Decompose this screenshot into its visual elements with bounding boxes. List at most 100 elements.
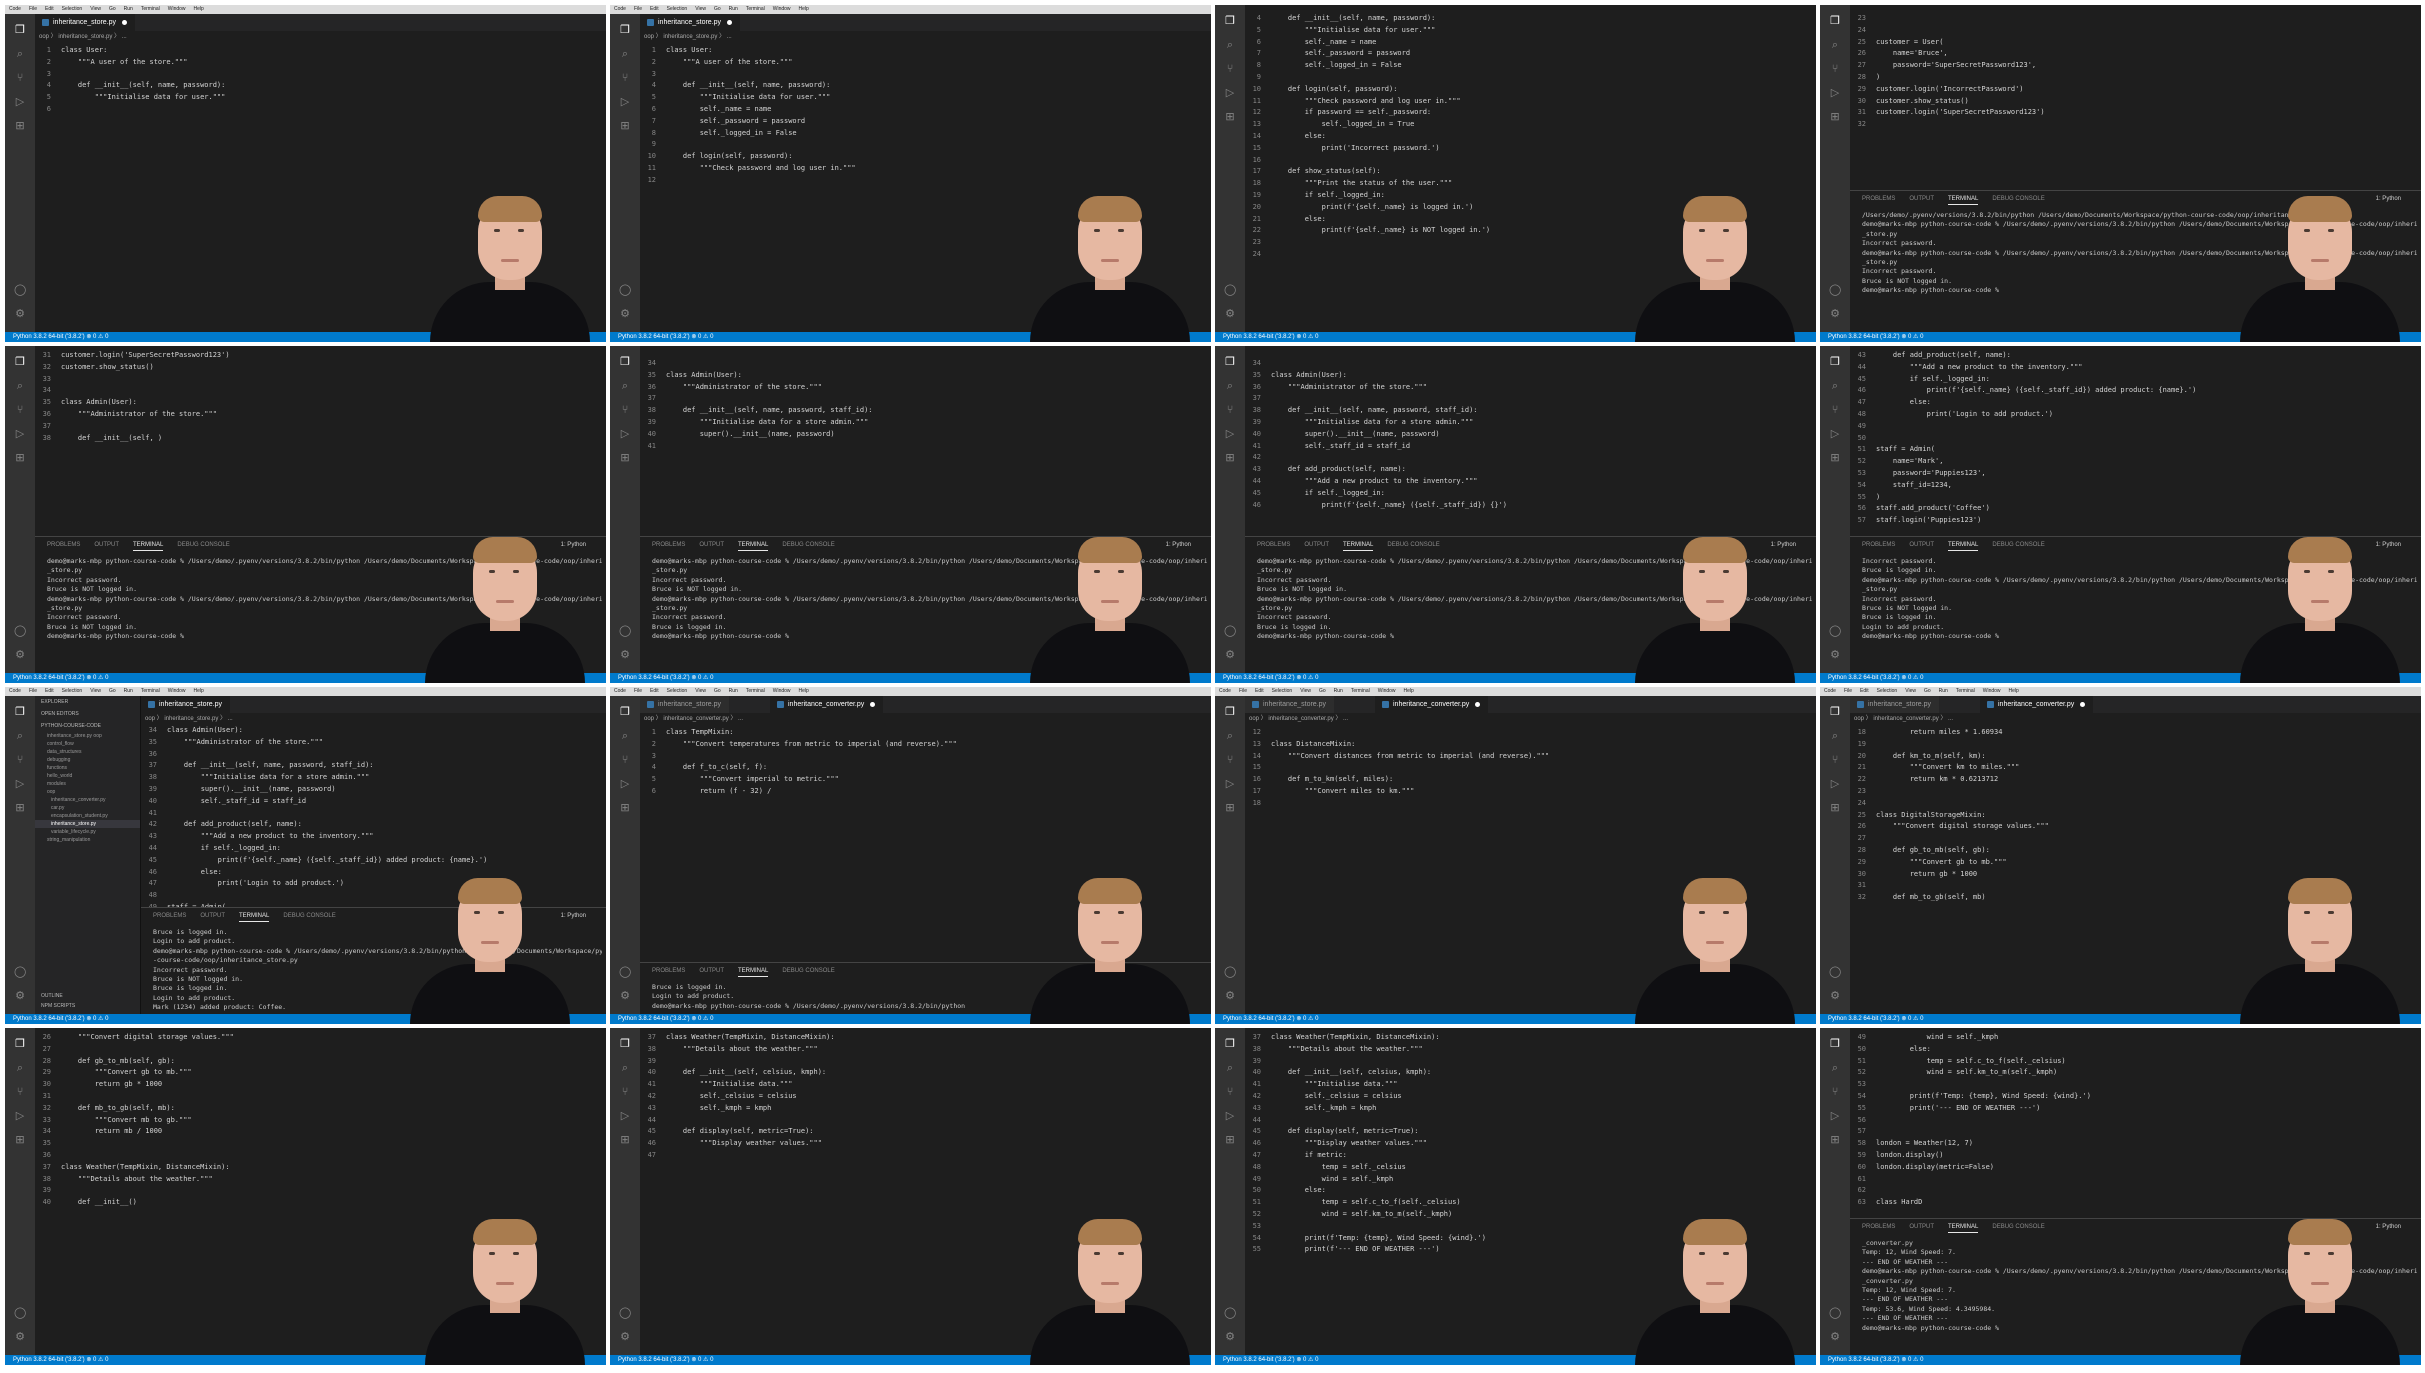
menu-item[interactable]: Go	[109, 6, 116, 12]
gear-icon[interactable]: ⚙	[1829, 308, 1841, 320]
menu-item[interactable]: Help	[799, 6, 809, 12]
search-icon[interactable]: ⌕	[1224, 380, 1236, 392]
panel-tab[interactable]: DEBUG CONSOLE	[177, 542, 229, 548]
search-icon[interactable]: ⌕	[14, 730, 26, 742]
code-editor[interactable]: 1 class TempMixin: 2 """Convert temperatur…	[640, 727, 1211, 798]
gear-icon[interactable]: ⚙	[1829, 649, 1841, 661]
menu-item[interactable]: View	[695, 6, 706, 12]
menu-item[interactable]: File	[1239, 688, 1247, 694]
source-control-icon[interactable]: ⑂	[619, 1086, 631, 1098]
menu-item[interactable]: Run	[1939, 688, 1948, 694]
panel-tab[interactable]: TERMINAL	[738, 542, 769, 551]
explorer-item[interactable]: debugging	[35, 756, 140, 764]
extensions-icon[interactable]: ⊞	[14, 120, 26, 132]
explorer-item[interactable]: car.py	[35, 804, 140, 812]
account-icon[interactable]: ◯	[619, 284, 631, 296]
workspace-section[interactable]: PYTHON-COURSE-CODE	[35, 720, 140, 732]
code-editor[interactable]: 26 """Convert digital storage values."""…	[35, 1032, 606, 1209]
panel-tab[interactable]: DEBUG CONSOLE	[782, 968, 834, 974]
menu-item[interactable]: Run	[1334, 688, 1343, 694]
gear-icon[interactable]: ⚙	[1224, 990, 1236, 1002]
menu-item[interactable]: Selection	[1877, 688, 1898, 694]
gear-icon[interactable]: ⚙	[619, 1331, 631, 1343]
gear-icon[interactable]: ⚙	[619, 649, 631, 661]
files-icon[interactable]: ❐	[14, 24, 26, 36]
files-icon[interactable]: ❐	[14, 706, 26, 718]
panel-tab[interactable]: PROBLEMS	[652, 542, 685, 548]
explorer-item[interactable]: encapsulation_student.py	[35, 812, 140, 820]
menu-item[interactable]: Selection	[1272, 688, 1293, 694]
source-control-icon[interactable]: ⑂	[1224, 1086, 1236, 1098]
code-editor[interactable]: 1 class User: 2 """A user of the store."""…	[35, 45, 606, 116]
run-debug-icon[interactable]: ▷	[1224, 1110, 1236, 1122]
explorer-item[interactable]: string_manipulation	[35, 836, 140, 844]
code-editor[interactable]: 23 24 25 customer = User(26 name='Bruce', 27…	[1850, 13, 2421, 131]
menu-item[interactable]: Terminal	[141, 6, 160, 12]
menu-item[interactable]: File	[29, 6, 37, 12]
menu-item[interactable]: View	[90, 688, 101, 694]
explorer-item[interactable]: inheritance_converter.py	[35, 796, 140, 804]
panel-tab[interactable]: DEBUG CONSOLE	[283, 913, 335, 919]
python-interpreter-status[interactable]: Python 3.8.2 64-bit ('3.8.2') ⊗ 0 ⚠ 0	[13, 675, 108, 681]
panel-tab[interactable]: TERMINAL	[1948, 196, 1979, 205]
code-editor[interactable]: 31 customer.login('SuperSecretPassword123…	[35, 350, 606, 444]
files-icon[interactable]: ❐	[1829, 1038, 1841, 1050]
source-control-icon[interactable]: ⑂	[1224, 63, 1236, 75]
source-control-icon[interactable]: ⑂	[1829, 404, 1841, 416]
files-icon[interactable]: ❐	[1224, 1038, 1236, 1050]
run-debug-icon[interactable]: ▷	[1829, 428, 1841, 440]
panel-tab[interactable]: PROBLEMS	[47, 542, 80, 548]
panel-tab[interactable]: TERMINAL	[1948, 1224, 1979, 1233]
menu-item[interactable]: Go	[109, 688, 116, 694]
menu-item[interactable]: Help	[194, 6, 204, 12]
gear-icon[interactable]: ⚙	[1224, 649, 1236, 661]
search-icon[interactable]: ⌕	[1829, 380, 1841, 392]
panel-tab[interactable]: PROBLEMS	[1862, 542, 1895, 548]
menu-item[interactable]: Edit	[1860, 688, 1869, 694]
gear-icon[interactable]: ⚙	[14, 1331, 26, 1343]
extensions-icon[interactable]: ⊞	[619, 452, 631, 464]
source-control-icon[interactable]: ⑂	[619, 754, 631, 766]
breadcrumb[interactable]: oop 〉 inheritance_converter.py 〉 ...	[644, 714, 743, 724]
menu-item[interactable]: Window	[773, 6, 791, 12]
menu-item[interactable]: Code	[9, 6, 21, 12]
search-icon[interactable]: ⌕	[619, 1062, 631, 1074]
files-icon[interactable]: ❐	[619, 706, 631, 718]
menu-item[interactable]: Selection	[62, 6, 83, 12]
files-icon[interactable]: ❐	[619, 356, 631, 368]
account-icon[interactable]: ◯	[619, 1307, 631, 1319]
source-control-icon[interactable]: ⑂	[14, 754, 26, 766]
menu-item[interactable]: View	[695, 688, 706, 694]
explorer-item[interactable]: hello_world	[35, 772, 140, 780]
account-icon[interactable]: ◯	[619, 625, 631, 637]
extensions-icon[interactable]: ⊞	[1829, 802, 1841, 814]
code-editor[interactable]: 43 def add_product(self, name): 44 """Add…	[1850, 350, 2421, 527]
menu-item[interactable]: Terminal	[141, 688, 160, 694]
source-control-icon[interactable]: ⑂	[14, 1086, 26, 1098]
search-icon[interactable]: ⌕	[1829, 730, 1841, 742]
npm-scripts-section[interactable]: NPM SCRIPTS	[35, 1000, 81, 1012]
panel-tab[interactable]: DEBUG CONSOLE	[1387, 542, 1439, 548]
menu-item[interactable]: Edit	[1255, 688, 1264, 694]
run-debug-icon[interactable]: ▷	[14, 428, 26, 440]
panel-tab[interactable]: PROBLEMS	[1862, 1224, 1895, 1230]
python-interpreter-status[interactable]: Python 3.8.2 64-bit ('3.8.2') ⊗ 0 ⚠ 0	[1223, 675, 1318, 681]
account-icon[interactable]: ◯	[14, 625, 26, 637]
breadcrumb[interactable]: oop 〉 inheritance_converter.py 〉 ...	[1249, 714, 1348, 724]
search-icon[interactable]: ⌕	[1829, 39, 1841, 51]
panel-tab[interactable]: DEBUG CONSOLE	[1992, 1224, 2044, 1230]
explorer-item[interactable]: oop	[35, 788, 140, 796]
menu-item[interactable]: Code	[614, 6, 626, 12]
panel-tab[interactable]: OUTPUT	[94, 542, 119, 548]
python-interpreter-status[interactable]: Python 3.8.2 64-bit ('3.8.2') ⊗ 0 ⚠ 0	[618, 1357, 713, 1363]
extensions-icon[interactable]: ⊞	[1224, 802, 1236, 814]
files-icon[interactable]: ❐	[1224, 356, 1236, 368]
menu-item[interactable]: File	[29, 688, 37, 694]
files-icon[interactable]: ❐	[14, 356, 26, 368]
menu-item[interactable]: Edit	[650, 688, 659, 694]
menu-item[interactable]: Terminal	[746, 6, 765, 12]
files-icon[interactable]: ❐	[619, 24, 631, 36]
code-editor[interactable]: 34 35 class Admin(User): 36 """Administrato…	[1245, 358, 1816, 511]
panel-tab[interactable]: TERMINAL	[239, 913, 270, 922]
run-debug-icon[interactable]: ▷	[619, 1110, 631, 1122]
